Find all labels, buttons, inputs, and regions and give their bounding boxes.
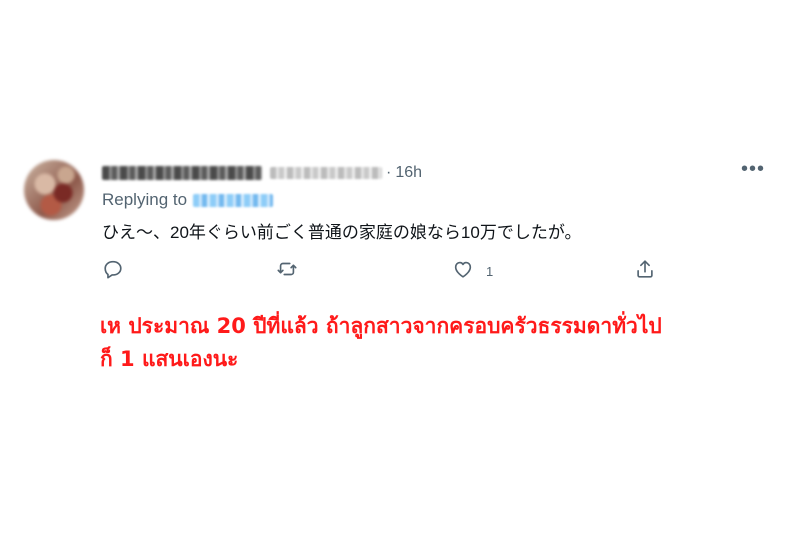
- username-blurred[interactable]: [270, 167, 382, 179]
- reply-button[interactable]: [102, 258, 124, 285]
- caption-line-1: เห ประมาณ 20 ปีที่แล้ว ถ้าลูกสาวจากครอบค…: [100, 314, 662, 338]
- like-button[interactable]: 1: [452, 258, 493, 285]
- reply-icon: [102, 258, 124, 285]
- time-separator: ·: [386, 164, 392, 181]
- share-button[interactable]: [634, 258, 656, 285]
- retweet-icon: [276, 258, 298, 285]
- display-name-blurred[interactable]: [102, 166, 262, 180]
- tweet-text: ひえ〜、20年ぐらい前ごく普通の家庭の娘なら10万でしたが。: [102, 223, 582, 242]
- more-options-icon[interactable]: •••: [738, 159, 768, 180]
- tweet-header: · 16h: [102, 162, 422, 184]
- tweet-card[interactable]: · 16h ••• Replying to ひえ〜、20年ぐらい前ごく普通の家庭…: [0, 0, 800, 300]
- like-count: 1: [486, 264, 494, 279]
- avatar[interactable]: [24, 160, 84, 220]
- tweet-actions: 1: [0, 258, 800, 288]
- caption-line-2: ก็ 1 แสนเองนะ: [100, 347, 239, 371]
- heart-icon: [452, 258, 474, 285]
- retweet-button[interactable]: [276, 258, 298, 285]
- mention-link-blurred[interactable]: [193, 193, 274, 207]
- replying-to-label: Replying to: [102, 190, 188, 209]
- share-icon: [634, 258, 656, 285]
- thai-translation-caption: เห ประมาณ 20 ปีที่แล้ว ถ้าลูกสาวจากครอบค…: [100, 310, 780, 376]
- timestamp[interactable]: 16h: [395, 164, 422, 182]
- replying-to: Replying to: [102, 190, 274, 210]
